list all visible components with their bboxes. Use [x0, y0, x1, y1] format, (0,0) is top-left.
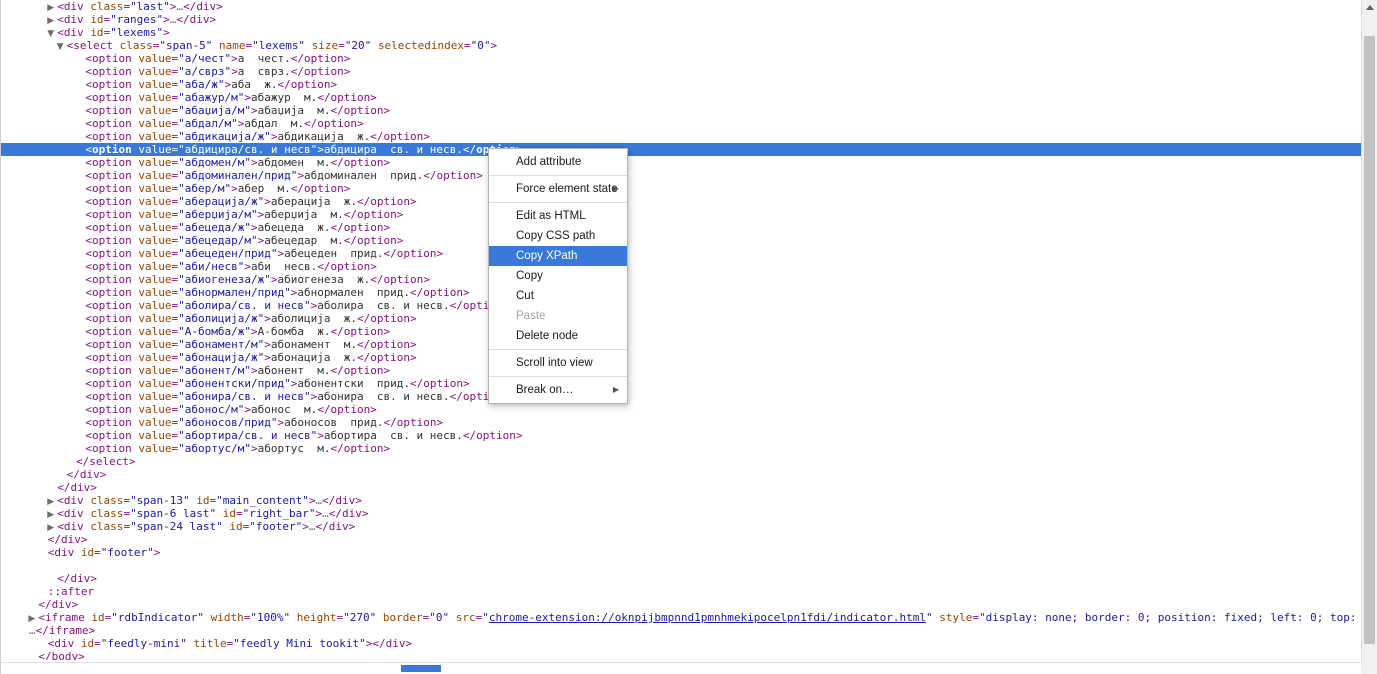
menu-item-label: Edit as HTML: [516, 210, 586, 222]
dom-node-row[interactable]: <option value="абиогенеза/ж">абиогенеза …: [1, 273, 1361, 286]
dom-node-row[interactable]: </div>: [1, 533, 1361, 546]
dom-tree[interactable]: ▶ <div class="last">…</div> ▶ <div id="rang…: [1, 0, 1361, 660]
menu-item-label: Copy: [516, 270, 543, 282]
dom-node-row[interactable]: <option value="аболира/св. и несв">аболи…: [1, 299, 1361, 312]
menu-item-break-on[interactable]: Break on… ▶: [489, 380, 627, 400]
menu-item-copy-xpath[interactable]: Copy XPath: [489, 246, 627, 266]
menu-item-label: Copy CSS path: [516, 230, 596, 242]
dom-node-row[interactable]: <option value="аболиција/ж">аболиција ж.…: [1, 312, 1361, 325]
dom-node-row[interactable]: <option value="абонира/св. и несв">абони…: [1, 390, 1361, 403]
horizontal-scrollbar-thumb[interactable]: [401, 665, 441, 672]
dom-node-row[interactable]: <option value="абонент/м">абонент м.</op…: [1, 364, 1361, 377]
dom-node-row[interactable]: </select>: [1, 455, 1361, 468]
dom-node-row[interactable]: </div>: [1, 572, 1361, 585]
dom-node-row[interactable]: <option value="абортус/м">абортус м.</op…: [1, 442, 1361, 455]
dom-node-row[interactable]: <option value="абецеден/прид">абецеден п…: [1, 247, 1361, 260]
menu-item-label: Delete node: [516, 330, 579, 342]
dom-node-row[interactable]: ▶ <iframe id="rdbIndicator" width="100%" …: [1, 611, 1361, 624]
devtools-elements-panel: ▶ <div class="last">…</div> ▶ <div id="rang…: [0, 0, 1377, 674]
menu-item-label: Cut: [516, 290, 534, 302]
dom-node-row[interactable]: </div>: [1, 481, 1361, 494]
scrollbar-corner: [1361, 662, 1377, 674]
dom-node-selected[interactable]: <option value="абдицира/св. и несв">абди…: [1, 143, 1361, 156]
dom-node-row[interactable]: <option value="абонамент/м">абонамент м.…: [1, 338, 1361, 351]
dom-node-row[interactable]: ▼ <select class="span-5" name="lexems" si…: [1, 39, 1361, 52]
dom-node-row[interactable]: <option value="абоносов/прид">абоносов п…: [1, 416, 1361, 429]
dom-node-row[interactable]: <option value="аба/ж">аба ж.</option>: [1, 78, 1361, 91]
menu-separator: [489, 376, 627, 377]
dom-node-row[interactable]: ▶ <div class="last">…</div>: [1, 0, 1361, 13]
menu-item-force-element-state[interactable]: Force element state ▶: [489, 179, 627, 199]
menu-item-label: Force element state: [516, 183, 618, 195]
dom-node-row[interactable]: <option value="абер/м">абер м.</option>: [1, 182, 1361, 195]
menu-item-paste: Paste: [489, 306, 627, 326]
dom-node-row[interactable]: ▶ <div id="ranges">…</div>: [1, 13, 1361, 26]
dom-node-row[interactable]: <option value="абажур/м">абажур м.</opti…: [1, 91, 1361, 104]
dom-node-row[interactable]: <option value="абонација/ж">абонација ж.…: [1, 351, 1361, 364]
dom-node-row[interactable]: </div>: [1, 598, 1361, 611]
dom-node-row[interactable]: <option value="А-бомба/ж">А-бомба ж.</op…: [1, 325, 1361, 338]
vertical-scrollbar-thumb[interactable]: [1364, 36, 1375, 644]
menu-separator: [489, 202, 627, 203]
dom-node-row[interactable]: …</iframe>: [1, 624, 1361, 637]
dom-node-row[interactable]: ▶ <div class="span-24 last" id="footer">……: [1, 520, 1361, 533]
menu-item-label: Add attribute: [516, 156, 582, 168]
menu-item-label: Paste: [516, 310, 546, 322]
menu-item-label: Scroll into view: [516, 357, 593, 369]
dom-node-row[interactable]: <option value="абортира/св. и несв">абор…: [1, 429, 1361, 442]
menu-item-copy[interactable]: Copy: [489, 266, 627, 286]
context-menu[interactable]: Add attribute Force element state ▶ Edit as…: [488, 148, 628, 404]
dom-node-row[interactable]: <div id="feedly-mini" title="feedly Mini…: [1, 637, 1361, 650]
dom-node-row[interactable]: <option value="абдикација/ж">абдикација …: [1, 130, 1361, 143]
vertical-scrollbar[interactable]: [1361, 0, 1377, 674]
dom-node-row[interactable]: <option value="а/чест">а чест.</option>: [1, 52, 1361, 65]
dom-node-row[interactable]: [1, 559, 1361, 572]
menu-item-label: Break on…: [516, 384, 574, 396]
dom-node-row[interactable]: <option value="аберџија/м">аберџија м.</…: [1, 208, 1361, 221]
menu-item-cut[interactable]: Cut: [489, 286, 627, 306]
dom-node-row[interactable]: ▶ <div class="span-13" id="main_content">…: [1, 494, 1361, 507]
dom-node-row[interactable]: <option value="абнормален/прид">абнормал…: [1, 286, 1361, 299]
dom-node-row[interactable]: ▼ <div id="lexems">: [1, 26, 1361, 39]
menu-item-label: Copy XPath: [516, 250, 578, 262]
dom-node-row[interactable]: <option value="абаџија/м">абаџија м.</op…: [1, 104, 1361, 117]
menu-item-scroll-into-view[interactable]: Scroll into view: [489, 353, 627, 373]
dom-node-row[interactable]: <option value="абдал/м">абдал м.</option…: [1, 117, 1361, 130]
menu-item-add-attribute[interactable]: Add attribute: [489, 152, 627, 172]
scroll-up-arrow-icon[interactable]: [1362, 0, 1377, 15]
dom-node-row[interactable]: <option value="абдоминален/прид">абдомин…: [1, 169, 1361, 182]
dom-node-row[interactable]: <option value="абецеда/ж">абецеда ж.</op…: [1, 221, 1361, 234]
dom-node-row[interactable]: <option value="абецедар/м">абецедар м.</…: [1, 234, 1361, 247]
dom-node-row[interactable]: </div>: [1, 468, 1361, 481]
submenu-arrow-icon: ▶: [612, 184, 619, 193]
dom-node-row[interactable]: <option value="а/сврз">а сврз.</option>: [1, 65, 1361, 78]
arrow-up-icon: [1365, 5, 1374, 10]
menu-separator: [489, 175, 627, 176]
dom-node-row[interactable]: ▶ <div class="span-6 last" id="right_bar"…: [1, 507, 1361, 520]
menu-separator: [489, 349, 627, 350]
dom-node-row[interactable]: ::after: [1, 585, 1361, 598]
menu-item-copy-css-path[interactable]: Copy CSS path: [489, 226, 627, 246]
menu-item-edit-as-html[interactable]: Edit as HTML: [489, 206, 627, 226]
dom-node-row[interactable]: <option value="аберација/ж">аберација ж.…: [1, 195, 1361, 208]
dom-node-row[interactable]: <option value="аби/несв">аби несв.</opti…: [1, 260, 1361, 273]
dom-node-row[interactable]: <option value="абдомен/м">абдомен м.</op…: [1, 156, 1361, 169]
menu-item-delete-node[interactable]: Delete node: [489, 326, 627, 346]
horizontal-scrollbar[interactable]: [1, 662, 1361, 674]
dom-node-row[interactable]: <option value="абонос/м">абонос м.</opti…: [1, 403, 1361, 416]
dom-node-row[interactable]: </body>: [1, 650, 1361, 660]
submenu-arrow-icon: ▶: [612, 385, 619, 394]
dom-node-row[interactable]: <div id="footer">: [1, 546, 1361, 559]
dom-node-row[interactable]: <option value="абонентски/прид">абонентс…: [1, 377, 1361, 390]
twisty-placeholder: [28, 652, 38, 660]
